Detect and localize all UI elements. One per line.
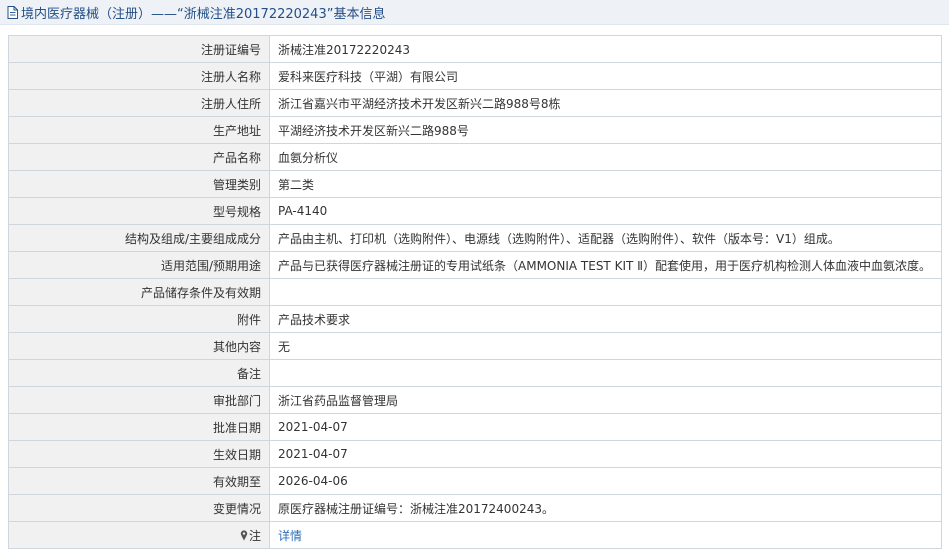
field-label: 结构及组成/主要组成成分 bbox=[8, 224, 270, 252]
table-row: 结构及组成/主要组成成分 产品由主机、打印机（选购附件）、电源线（选购附件）、适配… bbox=[8, 224, 942, 252]
table-row: 变更情况 原医疗器械注册证编号：浙械注准20172400243。 bbox=[8, 494, 942, 522]
table-row: 注册证编号 浙械注准20172220243 bbox=[8, 35, 942, 63]
field-label: 有效期至 bbox=[8, 467, 270, 495]
table-row: 其他内容无 bbox=[8, 332, 942, 360]
field-value: 2026-04-06 bbox=[269, 467, 942, 495]
field-value: 爱科来医疗科技（平湖）有限公司 bbox=[269, 62, 942, 90]
field-label: 适用范围/预期用途 bbox=[8, 251, 270, 279]
field-value: 产品技术要求 bbox=[269, 305, 942, 333]
field-label: 附件 bbox=[8, 305, 270, 333]
field-label: 备注 bbox=[8, 359, 270, 387]
field-value bbox=[269, 359, 942, 387]
table-row: 生产地址 平湖经济技术开发区新兴二路988号 bbox=[8, 116, 942, 144]
field-value: 浙械注准20172220243 bbox=[269, 35, 942, 63]
table-row: 产品名称 血氨分析仪 bbox=[8, 143, 942, 171]
field-value: 第二类 bbox=[269, 170, 942, 198]
field-label: 产品储存条件及有效期 bbox=[8, 278, 270, 306]
field-value: 2021-04-07 bbox=[269, 440, 942, 468]
details-link[interactable]: 详情 bbox=[278, 529, 302, 543]
page-header: 境内医疗器械（注册）——“浙械注准20172220243”基本信息 bbox=[0, 0, 949, 25]
note-label: 注 bbox=[248, 528, 261, 543]
field-label: 批准日期 bbox=[8, 413, 270, 441]
field-value: 血氨分析仪 bbox=[269, 143, 942, 171]
field-label: 审批部门 bbox=[8, 386, 270, 414]
field-label: 产品名称 bbox=[8, 143, 270, 171]
field-value bbox=[269, 278, 942, 306]
field-label: 其他内容 bbox=[8, 332, 270, 360]
page-title: 境内医疗器械（注册）——“浙械注准20172220243”基本信息 bbox=[21, 6, 386, 22]
note-value-cell: 详情 bbox=[269, 521, 942, 549]
field-label: 生效日期 bbox=[8, 440, 270, 468]
field-label: 注册证编号 bbox=[8, 35, 270, 63]
document-icon bbox=[7, 5, 18, 19]
field-value: 浙江省药品监督管理局 bbox=[269, 386, 942, 414]
table-row: 管理类别 第二类 bbox=[8, 170, 942, 198]
table-row: 注册人住所 浙江省嘉兴市平湖经济技术开发区新兴二路988号8栋 bbox=[8, 89, 942, 117]
field-value: 2021-04-07 bbox=[269, 413, 942, 441]
note-label-cell: 注 bbox=[8, 521, 270, 549]
field-value: PA-4140 bbox=[269, 197, 942, 225]
field-label: 生产地址 bbox=[8, 116, 270, 144]
table-row: 适用范围/预期用途 产品与已获得医疗器械注册证的专用试纸条（AMMONIA TES… bbox=[8, 251, 942, 279]
table-row: 注册人名称 爱科来医疗科技（平湖）有限公司 bbox=[8, 62, 942, 90]
field-value: 产品与已获得医疗器械注册证的专用试纸条（AMMONIA TEST KIT Ⅱ）配… bbox=[269, 251, 942, 279]
table-row: 备注 bbox=[8, 359, 942, 387]
pin-icon bbox=[240, 529, 248, 544]
field-value: 原医疗器械注册证编号：浙械注准20172400243。 bbox=[269, 494, 942, 522]
field-value: 无 bbox=[269, 332, 942, 360]
field-label: 注册人住所 bbox=[8, 89, 270, 117]
table-row: 附件 产品技术要求 bbox=[8, 305, 942, 333]
field-label: 变更情况 bbox=[8, 494, 270, 522]
field-value: 浙江省嘉兴市平湖经济技术开发区新兴二路988号8栋 bbox=[269, 89, 942, 117]
field-value: 产品由主机、打印机（选购附件）、电源线（选购附件）、适配器（选购附件）、软件（版… bbox=[269, 224, 942, 252]
field-value: 平湖经济技术开发区新兴二路988号 bbox=[269, 116, 942, 144]
table-row: 审批部门 浙江省药品监督管理局 bbox=[8, 386, 942, 414]
field-label: 管理类别 bbox=[8, 170, 270, 198]
table-row: 产品储存条件及有效期 bbox=[8, 278, 942, 306]
table-row: 生效日期 2021-04-07 bbox=[8, 440, 942, 468]
table-row: 批准日期 2021-04-07 bbox=[8, 413, 942, 441]
table-row: 型号规格 PA-4140 bbox=[8, 197, 942, 225]
field-label: 型号规格 bbox=[8, 197, 270, 225]
table-row: 有效期至 2026-04-06 bbox=[8, 467, 942, 495]
info-table: 注册证编号 浙械注准20172220243 注册人名称 爱科来医疗科技（平湖）有限公司… bbox=[8, 35, 942, 549]
note-row: 注 详情 bbox=[8, 521, 942, 549]
field-label: 注册人名称 bbox=[8, 62, 270, 90]
